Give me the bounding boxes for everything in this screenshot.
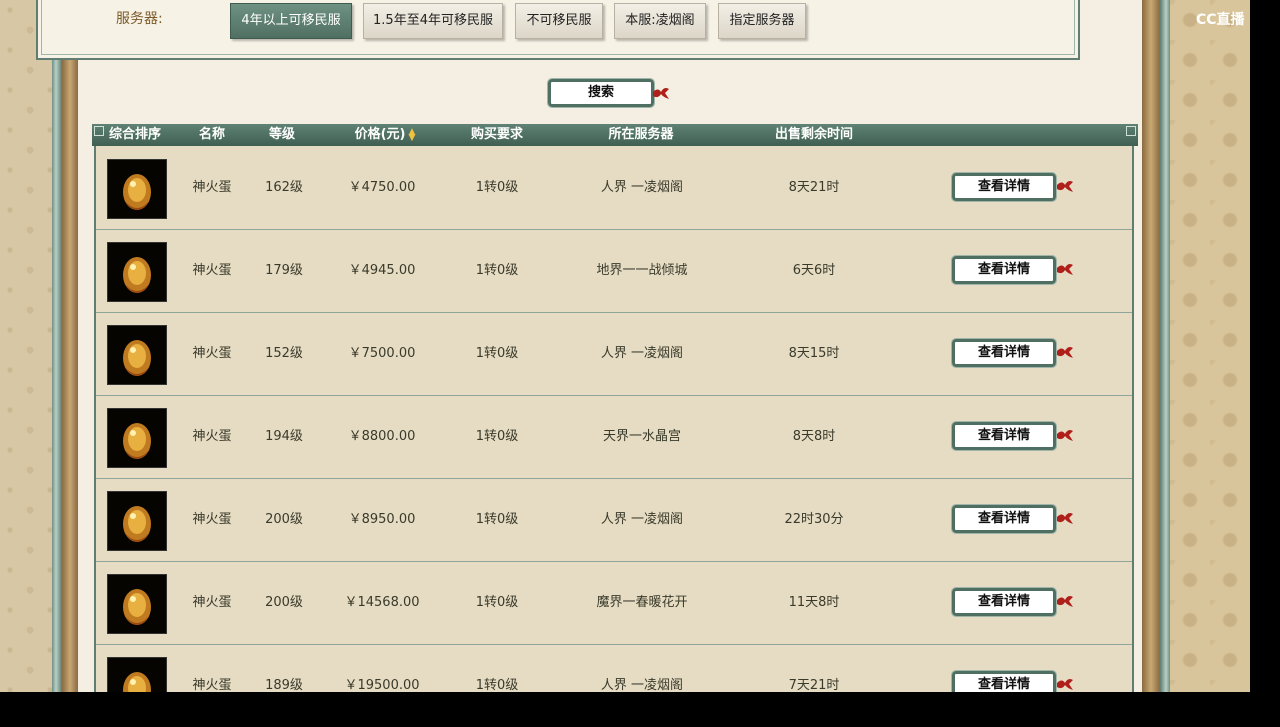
side-pattern-right bbox=[1170, 0, 1250, 692]
server-option-non-migrate[interactable]: 不可移民服 bbox=[515, 3, 603, 39]
table-row: 神火蛋 179级 ￥4945.00 1转0级 地界一一战倾城 6天6时 查看详情 bbox=[96, 229, 1132, 313]
item-level: 162级 bbox=[265, 180, 303, 195]
header-price[interactable]: 价格(元) ▲ ▼ bbox=[340, 124, 430, 146]
ribbon-icon bbox=[1057, 679, 1073, 690]
header-remaining: 出售剩余时间 bbox=[774, 127, 853, 142]
ribbon-icon bbox=[1057, 430, 1073, 441]
server-filter-label: 服务器: bbox=[116, 11, 163, 27]
item-remaining: 8天8时 bbox=[792, 429, 836, 444]
item-level: 194级 bbox=[265, 429, 303, 444]
table-header: 综合排序 名称 等级 价格(元) ▲ ▼ 购买要求 所在服务器 出售剩余时间 bbox=[92, 124, 1138, 146]
item-egg-icon[interactable] bbox=[107, 242, 167, 302]
ribbon-icon bbox=[653, 88, 669, 99]
item-name: 神火蛋 bbox=[192, 346, 232, 361]
search-button[interactable]: 搜索 bbox=[547, 78, 655, 108]
item-remaining: 8天15时 bbox=[788, 346, 840, 361]
table-row: 神火蛋 200级 ￥14568.00 1转0级 魔界一春暖花开 11天8时 查看… bbox=[96, 561, 1132, 645]
item-name: 神火蛋 bbox=[192, 429, 232, 444]
server-option-1-5to4[interactable]: 1.5年至4年可移民服 bbox=[363, 3, 503, 39]
item-level: 179级 bbox=[265, 263, 303, 278]
item-server: 地界一一战倾城 bbox=[596, 263, 688, 278]
item-requirement: 1转0级 bbox=[475, 429, 519, 444]
header-requirement: 购买要求 bbox=[470, 127, 523, 142]
ribbon-icon bbox=[1057, 264, 1073, 275]
item-name: 神火蛋 bbox=[192, 512, 232, 527]
item-price: ￥8800.00 bbox=[348, 429, 416, 444]
view-detail-button[interactable]: 查看详情 bbox=[951, 587, 1057, 617]
item-requirement: 1转0级 bbox=[475, 595, 519, 610]
header-rank[interactable]: 综合排序 bbox=[104, 124, 166, 146]
ribbon-icon bbox=[1057, 596, 1073, 607]
item-price: ￥4750.00 bbox=[348, 180, 416, 195]
view-detail-button[interactable]: 查看详情 bbox=[951, 172, 1057, 202]
item-egg-icon[interactable] bbox=[107, 491, 167, 551]
item-remaining: 8天21时 bbox=[788, 180, 840, 195]
view-detail-button[interactable]: 查看详情 bbox=[951, 421, 1057, 451]
header-name: 名称 bbox=[198, 127, 225, 142]
item-remaining: 11天8时 bbox=[788, 595, 840, 610]
table-row: 神火蛋 152级 ￥7500.00 1转0级 人界 一凌烟阁 8天15时 查看详… bbox=[96, 312, 1132, 396]
item-requirement: 1转0级 bbox=[475, 263, 519, 278]
view-detail-button[interactable]: 查看详情 bbox=[951, 338, 1057, 368]
watermark-logo: CC直播 bbox=[1196, 12, 1245, 28]
ribbon-icon bbox=[1057, 513, 1073, 524]
item-price: ￥8950.00 bbox=[348, 512, 416, 527]
item-server: 人界 一凌烟阁 bbox=[600, 512, 684, 527]
item-remaining: 22时30分 bbox=[784, 512, 844, 527]
ribbon-icon bbox=[1057, 181, 1073, 192]
item-server: 魔界一春暖花开 bbox=[596, 595, 688, 610]
table-row: 神火蛋 194级 ￥8800.00 1转0级 天界一水晶宫 8天8时 查看详情 bbox=[96, 395, 1132, 479]
server-option-4plus[interactable]: 4年以上可移民服 bbox=[230, 3, 352, 39]
view-detail-button[interactable]: 查看详情 bbox=[951, 504, 1057, 534]
item-server: 天界一水晶宫 bbox=[602, 429, 681, 444]
item-egg-icon[interactable] bbox=[107, 325, 167, 385]
item-name: 神火蛋 bbox=[192, 180, 232, 195]
item-requirement: 1转0级 bbox=[475, 512, 519, 527]
server-option-current[interactable]: 本服:凌烟阁 bbox=[614, 3, 706, 39]
item-server: 人界 一凌烟阁 bbox=[600, 180, 684, 195]
item-price: ￥7500.00 bbox=[348, 346, 416, 361]
listing-table: 综合排序 名称 等级 价格(元) ▲ ▼ 购买要求 所在服务器 出售剩余时间 神火蛋… bbox=[92, 124, 1138, 717]
table-body: 神火蛋 162级 ￥4750.00 1转0级 人界 一凌烟阁 8天21时 查看详… bbox=[94, 146, 1134, 717]
side-pattern-left bbox=[0, 0, 52, 692]
item-name: 神火蛋 bbox=[192, 595, 232, 610]
header-level[interactable]: 等级 bbox=[258, 124, 306, 146]
item-level: 152级 bbox=[265, 346, 303, 361]
item-requirement: 1转0级 bbox=[475, 346, 519, 361]
item-requirement: 1转0级 bbox=[475, 180, 519, 195]
item-server: 人界 一凌烟阁 bbox=[600, 346, 684, 361]
sort-icon[interactable]: ▲ ▼ bbox=[408, 127, 415, 142]
item-egg-icon[interactable] bbox=[107, 159, 167, 219]
item-price: ￥14568.00 bbox=[344, 595, 420, 610]
item-level: 200级 bbox=[265, 512, 303, 527]
item-remaining: 6天6时 bbox=[792, 263, 836, 278]
view-detail-button[interactable]: 查看详情 bbox=[951, 255, 1057, 285]
header-server: 所在服务器 bbox=[608, 127, 674, 142]
item-price: ￥4945.00 bbox=[348, 263, 416, 278]
item-egg-icon[interactable] bbox=[107, 408, 167, 468]
table-row: 神火蛋 162级 ￥4750.00 1转0级 人界 一凌烟阁 8天21时 查看详… bbox=[96, 146, 1132, 230]
item-egg-icon[interactable] bbox=[107, 574, 167, 634]
item-name: 神火蛋 bbox=[192, 263, 232, 278]
table-row: 神火蛋 200级 ￥8950.00 1转0级 人界 一凌烟阁 22时30分 查看… bbox=[96, 478, 1132, 562]
server-option-specify[interactable]: 指定服务器 bbox=[718, 3, 806, 39]
ribbon-icon bbox=[1057, 347, 1073, 358]
item-level: 200级 bbox=[265, 595, 303, 610]
